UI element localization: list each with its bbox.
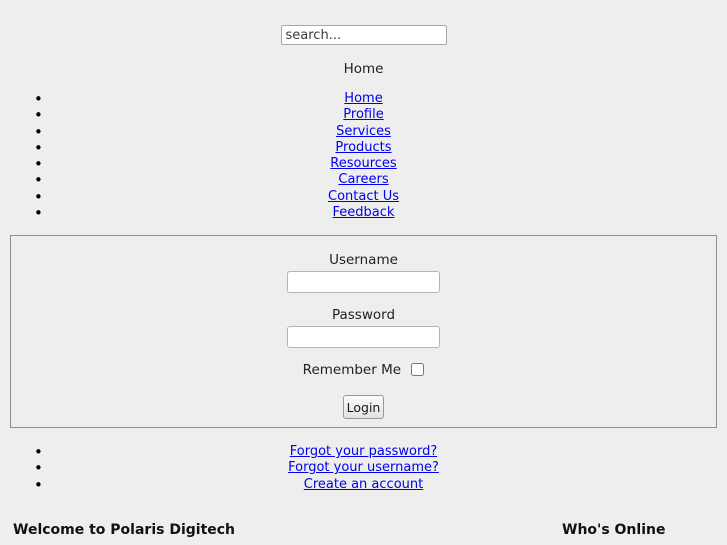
- nav-item-profile[interactable]: Profile: [0, 107, 727, 124]
- nav-link-contact-us[interactable]: Contact Us: [328, 189, 399, 204]
- nav-link-feedback[interactable]: Feedback: [333, 205, 395, 220]
- username-label: Username: [329, 252, 398, 268]
- login-help-links: Forgot your password? Forgot your userna…: [0, 444, 727, 493]
- password-input[interactable]: [287, 326, 440, 348]
- nav-item-products[interactable]: Products: [0, 140, 727, 157]
- remember-me-checkbox[interactable]: [411, 362, 425, 376]
- search-input[interactable]: [280, 25, 447, 45]
- create-account-link[interactable]: Create an account: [304, 477, 423, 492]
- nav-item-resources[interactable]: Resources: [0, 156, 727, 173]
- page-title: Home: [343, 61, 384, 77]
- welcome-module-heading: Welcome to Polaris Digitech: [13, 522, 236, 538]
- main-navigation: Home Profile Services Products Resources…: [0, 91, 727, 222]
- forgot-password-link[interactable]: Forgot your password?: [290, 444, 438, 459]
- nav-item-home[interactable]: Home: [0, 91, 727, 108]
- password-label: Password: [331, 307, 396, 323]
- remember-me-row: Remember Me: [0, 362, 727, 378]
- nav-item-careers[interactable]: Careers: [0, 172, 727, 189]
- whos-online-module-heading: Who's Online: [562, 522, 666, 538]
- help-item-forgot-username[interactable]: Forgot your username?: [0, 460, 727, 477]
- forgot-username-link[interactable]: Forgot your username?: [288, 460, 439, 475]
- remember-me-label: Remember Me: [302, 362, 402, 378]
- nav-link-profile[interactable]: Profile: [343, 107, 383, 122]
- nav-item-contact-us[interactable]: Contact Us: [0, 189, 727, 206]
- nav-link-services[interactable]: Services: [336, 124, 391, 139]
- login-button[interactable]: Login: [343, 395, 384, 419]
- nav-link-products[interactable]: Products: [335, 140, 391, 155]
- nav-link-careers[interactable]: Careers: [338, 172, 388, 187]
- nav-item-feedback[interactable]: Feedback: [0, 205, 727, 222]
- nav-link-resources[interactable]: Resources: [330, 156, 396, 171]
- nav-item-services[interactable]: Services: [0, 124, 727, 141]
- nav-link-home[interactable]: Home: [344, 91, 382, 106]
- search-module: [0, 25, 727, 45]
- help-item-forgot-password[interactable]: Forgot your password?: [0, 444, 727, 461]
- help-item-create-account[interactable]: Create an account: [0, 477, 727, 494]
- username-input[interactable]: [287, 271, 440, 293]
